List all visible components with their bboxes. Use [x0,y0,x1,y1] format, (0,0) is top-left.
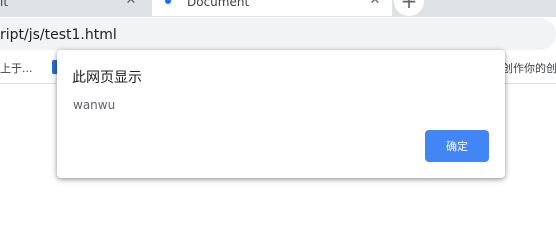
tab-title: Document [187,0,250,9]
dialog-title: 此网页显示 [72,70,142,86]
plus-icon[interactable]: + [394,0,424,16]
browser-toolbar: ript/js/test1.html [0,17,556,53]
browser-window: it ✕ Document ✕ + ript/js/test1.html 上于.… [0,0,556,237]
dialog-message: wanwu [73,98,116,112]
bookmark-item[interactable]: 创作你的创 [502,60,556,76]
alert-dialog: 此网页显示 wanwu 确定 [57,50,505,178]
bookmark-item[interactable]: 上于... [0,60,33,76]
close-icon[interactable]: ✕ [368,0,382,8]
close-icon[interactable]: ✕ [124,0,138,8]
ok-button[interactable]: 确定 [425,130,489,162]
tab-title: it [0,0,9,9]
page-favicon-icon [165,0,171,4]
tab-document[interactable]: Document ✕ [152,0,392,16]
url-text: ript/js/test1.html [0,27,117,43]
tab-previous[interactable]: it ✕ [0,0,150,16]
address-bar[interactable]: ript/js/test1.html [0,18,556,50]
tab-strip: it ✕ Document ✕ + [0,0,556,17]
